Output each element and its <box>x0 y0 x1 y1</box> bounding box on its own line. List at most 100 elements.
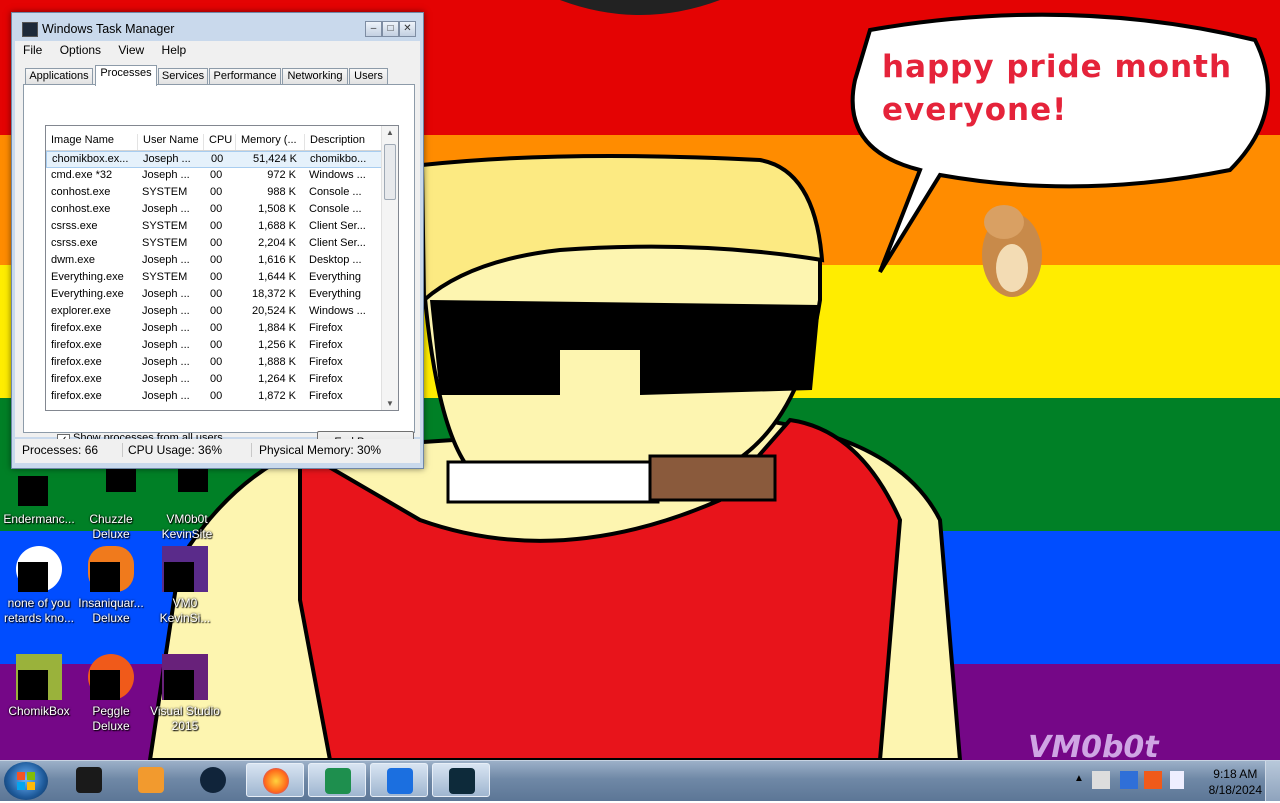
table-cell: 972 K <box>267 169 296 181</box>
start-button[interactable] <box>4 762 48 800</box>
table-cell: 2,204 K <box>258 237 296 249</box>
desktop-icon-visual-studio[interactable]: Visual Studio 2015 <box>146 654 224 734</box>
table-cell: 1,616 K <box>258 254 296 266</box>
windows-logo-icon <box>17 772 35 790</box>
tab-processes[interactable]: Processes <box>95 65 157 86</box>
visual-studio-icon <box>162 654 208 700</box>
tray-icon-1[interactable] <box>1092 771 1110 789</box>
tab-services[interactable]: Services <box>158 68 208 85</box>
column-description[interactable]: Description <box>305 134 382 150</box>
table-row[interactable]: dwm.exe Joseph ... 00 1,616 K Desktop ... <box>46 253 382 270</box>
status-processes: Processes: 66 <box>22 443 123 457</box>
table-cell: Joseph ... <box>143 153 191 165</box>
table-row[interactable]: firefox.exe Joseph ... 00 1,256 K Firefox <box>46 338 382 355</box>
table-cell: Desktop ... <box>309 254 362 266</box>
table-row[interactable]: conhost.exe Joseph ... 00 1,508 K Console ..… <box>46 202 382 219</box>
menu-file[interactable]: File <box>15 41 48 57</box>
table-cell: Everything <box>309 271 361 283</box>
menu-view[interactable]: View <box>110 41 150 57</box>
desktop-icon-insaniquarium[interactable]: Insaniquar... Deluxe <box>72 546 150 626</box>
taskbar-terminal[interactable] <box>60 763 118 797</box>
volume-icon[interactable] <box>1170 771 1184 789</box>
table-row[interactable]: firefox.exe Joseph ... 00 1,888 K Firefox <box>46 355 382 372</box>
taskbar-malwarebytes[interactable] <box>370 763 428 797</box>
table-cell: firefox.exe <box>51 356 102 368</box>
table-cell: 1,688 K <box>258 220 296 232</box>
tray-icon-2[interactable] <box>1120 771 1138 789</box>
tray-icon-3[interactable] <box>1144 771 1162 789</box>
firefox-icon <box>263 768 289 794</box>
clock[interactable]: 9:18 AM 8/18/2024 <box>1209 766 1262 798</box>
peggle-icon <box>88 654 134 700</box>
desktop-icon-label: Peggle <box>92 704 130 718</box>
desktop-icon-peggle[interactable]: Peggle Deluxe <box>72 654 150 734</box>
title-bar[interactable]: Windows Task Manager – □ ✕ <box>12 13 423 41</box>
scroll-up-icon[interactable]: ▲ <box>382 128 398 137</box>
table-cell: 00 <box>210 203 223 215</box>
table-cell: 00 <box>210 254 223 266</box>
tray-expand-icon[interactable]: ▲ <box>1074 773 1084 784</box>
tab-performance[interactable]: Performance <box>209 68 281 85</box>
table-cell: 20,524 K <box>251 305 296 317</box>
table-cell: Client Ser... <box>309 220 366 232</box>
table-cell: SYSTEM <box>142 220 188 232</box>
table-cell: Joseph ... <box>142 356 190 368</box>
table-row[interactable]: csrss.exe SYSTEM 00 1,688 K Client Ser... <box>46 219 382 236</box>
menu-bar: File Options View Help <box>15 41 420 60</box>
table-row[interactable]: Everything.exe SYSTEM 00 1,644 K Everything <box>46 270 382 287</box>
table-cell: SYSTEM <box>142 271 188 283</box>
column-user-name[interactable]: User Name <box>138 134 204 150</box>
table-row[interactable]: firefox.exe Joseph ... 00 1,884 K Firefox <box>46 321 382 338</box>
desktop-icon-label: Chuzzle <box>89 512 133 526</box>
tab-applications[interactable]: Applications <box>25 68 93 85</box>
table-cell: Firefox <box>309 339 343 351</box>
table-row[interactable]: firefox.exe Joseph ... 00 1,264 K Firefox <box>46 372 382 389</box>
taskbar-task-manager[interactable] <box>308 763 366 797</box>
menu-options[interactable]: Options <box>52 41 107 57</box>
window-body: Applications Processes Services Performa… <box>15 60 420 453</box>
show-desktop-button[interactable] <box>1265 761 1280 801</box>
table-row[interactable]: chomikbox.ex... Joseph ... 00 51,424 K chomi… <box>46 151 382 168</box>
close-button[interactable]: ✕ <box>399 21 416 37</box>
scrollbar-thumb[interactable] <box>384 144 396 200</box>
table-cell: Windows ... <box>309 169 366 181</box>
taskbar-performance-monitor[interactable] <box>432 763 490 797</box>
column-memory[interactable]: Memory (... <box>236 134 305 150</box>
minimize-button[interactable]: – <box>365 21 382 37</box>
desktop-icon-vm0b0t-kevinsite[interactable]: VM0b0t KevinSite <box>148 462 226 542</box>
clock-date: 8/18/2024 <box>1208 783 1262 797</box>
desktop-icon-label: VM0b0t <box>166 512 208 526</box>
table-cell: Joseph ... <box>142 305 190 317</box>
table-row[interactable]: conhost.exe SYSTEM 00 988 K Console ... <box>46 185 382 202</box>
table-row[interactable]: cmd.exe *32 Joseph ... 00 972 K Windows ... <box>46 168 382 185</box>
desktop-icon-chomikbox[interactable]: ChomikBox <box>0 654 78 719</box>
desktop-icon-label: Endermanc... <box>3 512 75 526</box>
desktop-icon-chuzzle[interactable]: Chuzzle Deluxe <box>72 462 150 542</box>
taskbar-steam[interactable] <box>184 763 242 797</box>
process-list[interactable]: Image Name User Name CPU Memory (... Des… <box>45 125 399 411</box>
table-cell: 1,508 K <box>258 203 296 215</box>
taskbar-media-player[interactable] <box>122 763 180 797</box>
process-list-scrollbar[interactable]: ▲ ▼ <box>381 126 398 410</box>
desktop-icon-endermanc[interactable]: Endermanc... <box>0 462 78 527</box>
task-manager-window[interactable]: Windows Task Manager – □ ✕ File Options … <box>11 12 424 469</box>
table-row[interactable]: csrss.exe SYSTEM 00 2,204 K Client Ser... <box>46 236 382 253</box>
table-cell: 00 <box>210 339 223 351</box>
shortcut-icon <box>16 546 62 592</box>
taskbar-firefox[interactable] <box>246 763 304 797</box>
maximize-button[interactable]: □ <box>382 21 399 37</box>
column-image-name[interactable]: Image Name <box>46 134 138 150</box>
scroll-down-icon[interactable]: ▼ <box>382 399 398 408</box>
desktop-icon-vm0-kevinsi[interactable]: VM0 KevinSi... <box>146 546 224 626</box>
desktop-icon-label-2: KevinSi... <box>159 611 211 625</box>
column-cpu[interactable]: CPU <box>204 134 236 150</box>
table-row[interactable]: Everything.exe Joseph ... 00 18,372 K Everyt… <box>46 287 382 304</box>
table-cell: 18,372 K <box>251 288 296 300</box>
table-row[interactable]: firefox.exe Joseph ... 00 1,872 K Firefox <box>46 389 382 406</box>
desktop-icon-none-of-you[interactable]: none of you retards kno... <box>0 546 78 626</box>
table-row[interactable]: explorer.exe Joseph ... 00 20,524 K Windows … <box>46 304 382 321</box>
tab-networking[interactable]: Networking <box>282 68 348 85</box>
tab-users[interactable]: Users <box>349 68 388 85</box>
menu-help[interactable]: Help <box>154 41 193 57</box>
table-cell: Windows ... <box>309 305 366 317</box>
